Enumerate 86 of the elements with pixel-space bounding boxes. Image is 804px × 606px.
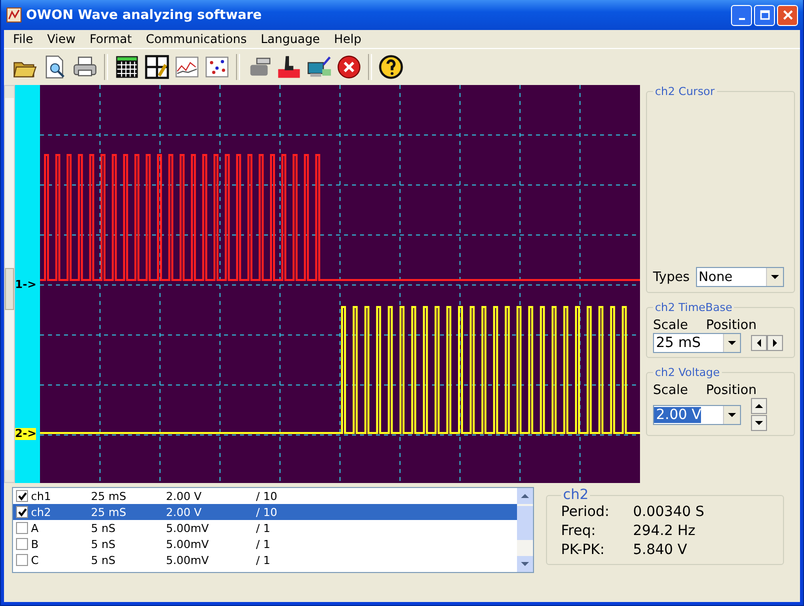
checkbox[interactable] bbox=[16, 554, 28, 566]
down-arrow-icon[interactable] bbox=[521, 562, 529, 566]
probe-ratio: / 1 bbox=[256, 554, 272, 566]
grid-edit-icon[interactable] bbox=[144, 54, 170, 80]
menu-item[interactable]: View bbox=[40, 30, 83, 48]
position-label: Position bbox=[706, 318, 757, 333]
close-icon[interactable] bbox=[336, 54, 362, 80]
window-title: OWON Wave analyzing software bbox=[26, 8, 262, 22]
time-value: 5 nS bbox=[91, 522, 116, 534]
volts-value: 5.00mV bbox=[166, 522, 210, 534]
minimize-icon bbox=[738, 18, 744, 20]
down-arrow-icon bbox=[755, 421, 763, 425]
minimize-button[interactable] bbox=[731, 4, 752, 26]
scatter-chart-icon[interactable] bbox=[204, 54, 230, 80]
types-dropdown[interactable]: None bbox=[696, 267, 784, 287]
channel-name: ch1 bbox=[31, 490, 52, 502]
right-arrow-button[interactable] bbox=[767, 335, 783, 351]
caret-icon bbox=[728, 341, 736, 345]
channel-row[interactable]: B 5 nS 5.00mV / 1 bbox=[13, 536, 517, 552]
checkbox[interactable] bbox=[16, 506, 28, 518]
channel-row[interactable]: C 5 nS 5.00mV / 1 bbox=[13, 552, 517, 568]
measurement-value: 0.00340 S bbox=[633, 503, 704, 522]
menu-item[interactable]: Help bbox=[326, 30, 368, 48]
checkbox[interactable] bbox=[16, 538, 28, 550]
right-arrow-icon bbox=[773, 339, 777, 347]
scale-label: Scale bbox=[653, 318, 688, 333]
help-icon[interactable] bbox=[378, 54, 404, 80]
channel-name: B bbox=[31, 538, 40, 550]
left-arrow-icon bbox=[757, 339, 761, 347]
probe-ratio: / 10 bbox=[256, 490, 278, 502]
probe-ratio: / 1 bbox=[256, 522, 272, 534]
caret-icon bbox=[728, 412, 736, 416]
maximize-button[interactable] bbox=[754, 4, 775, 26]
time-value: 5 nS bbox=[91, 538, 116, 550]
checkbox[interactable] bbox=[16, 522, 28, 534]
position-label: Position bbox=[706, 383, 757, 398]
measurement-value: 294.2 Hz bbox=[633, 522, 696, 541]
scale-label: Scale bbox=[653, 383, 688, 398]
time-value: 25 mS bbox=[91, 490, 128, 502]
volts-value: 2.00 V bbox=[166, 506, 203, 518]
group-title: ch2 bbox=[562, 487, 590, 503]
channel-name: A bbox=[31, 522, 40, 534]
left-arrow-button[interactable] bbox=[751, 335, 767, 351]
volts-value: 5.00mV bbox=[166, 554, 210, 566]
channel-marker: 2-> bbox=[15, 428, 36, 440]
volts-value: 2.00 V bbox=[166, 490, 203, 502]
menu-item[interactable]: Communications bbox=[138, 30, 254, 48]
channel-name: ch2 bbox=[31, 506, 52, 518]
down-arrow-button[interactable] bbox=[751, 415, 767, 431]
line-chart-icon[interactable] bbox=[174, 54, 200, 80]
channel-row[interactable]: A 5 nS 5.00mV / 1 bbox=[13, 520, 517, 536]
computer-icon[interactable] bbox=[306, 54, 332, 80]
table-icon[interactable] bbox=[114, 54, 140, 80]
channel-marker: 1-> bbox=[15, 279, 36, 291]
up-arrow-icon bbox=[755, 404, 763, 408]
group-title: ch2 Voltage bbox=[654, 366, 721, 379]
channel-row[interactable]: ch2 25 mS 2.00 V / 10 bbox=[13, 504, 517, 520]
menu-item[interactable]: Language bbox=[254, 30, 327, 48]
up-arrow-button[interactable] bbox=[751, 398, 767, 414]
close-button[interactable] bbox=[777, 4, 798, 26]
group-title: ch2 Cursor bbox=[654, 85, 716, 98]
measurement-label: PK-PK: bbox=[561, 541, 606, 560]
time-value: 25 mS bbox=[91, 506, 128, 518]
types-label: Types bbox=[653, 270, 690, 284]
channel-name: C bbox=[31, 554, 40, 566]
scale-dropdown[interactable]: 25 mS bbox=[653, 333, 741, 353]
caret-icon bbox=[770, 275, 779, 279]
channel-row[interactable]: ch1 25 mS 2.00 V / 10 bbox=[13, 488, 517, 504]
measurement-label: Freq: bbox=[561, 522, 597, 541]
probe-ratio: / 1 bbox=[256, 538, 272, 550]
time-value: 5 nS bbox=[91, 554, 116, 566]
up-arrow-icon[interactable] bbox=[521, 494, 529, 498]
measurement-label: Period: bbox=[561, 503, 610, 522]
menu-item[interactable]: File bbox=[6, 30, 40, 48]
app-icon bbox=[6, 7, 22, 23]
scale-dropdown[interactable]: 2.00 V bbox=[653, 404, 741, 424]
group-title: ch2 TimeBase bbox=[654, 301, 734, 314]
checkbox[interactable] bbox=[16, 490, 28, 502]
measurement-value: 5.840 V bbox=[633, 541, 688, 560]
maximize-icon bbox=[760, 10, 770, 20]
probe-ratio: / 10 bbox=[256, 506, 278, 518]
menu-item[interactable]: Format bbox=[82, 30, 139, 48]
scrollbar[interactable] bbox=[517, 488, 533, 572]
close-icon bbox=[782, 10, 792, 20]
volts-value: 5.00mV bbox=[166, 538, 210, 550]
scrollbar[interactable] bbox=[4, 85, 15, 483]
